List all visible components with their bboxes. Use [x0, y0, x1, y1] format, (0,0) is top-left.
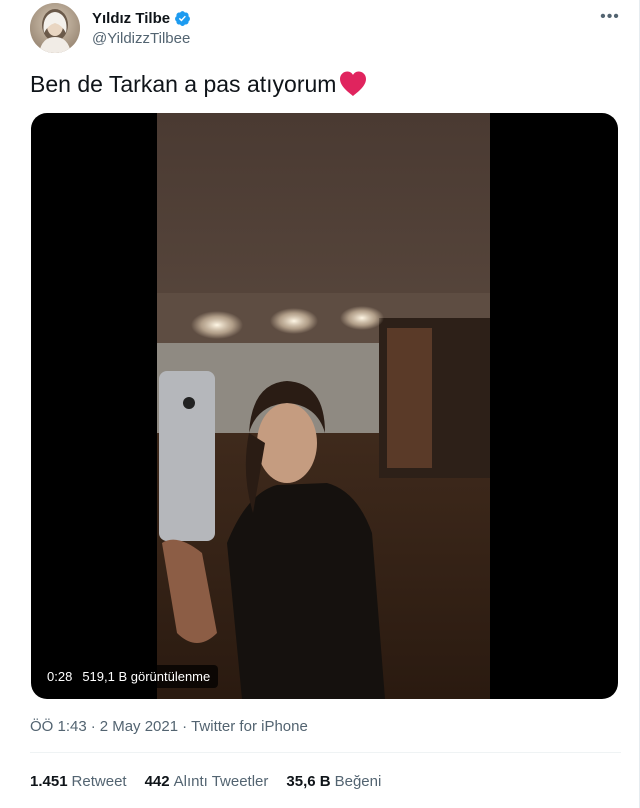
author-handle[interactable]: @YildizzTilbee — [92, 30, 190, 47]
likes-label: Beğeni — [334, 773, 382, 790]
red-heart-emoji — [338, 70, 368, 98]
tweet-timestamp-row: ÖÖ 1:43 · 2 May 2021 · Twitter for iPhon… — [30, 718, 308, 735]
tweet-date[interactable]: 2 May 2021 — [100, 718, 178, 735]
tweet-time[interactable]: ÖÖ 1:43 — [30, 718, 87, 735]
quotes-count: 442 — [144, 773, 170, 790]
retweets-stat[interactable]: 1.451 Retweet — [30, 773, 127, 790]
avatar-image — [30, 3, 80, 53]
display-name[interactable]: Yıldız Tilbe — [92, 10, 170, 27]
video-duration: 0:28 — [47, 669, 73, 684]
tweet-source-link[interactable]: Twitter for iPhone — [191, 718, 308, 735]
author-name-row[interactable]: Yıldız Tilbe — [92, 8, 191, 28]
more-options-icon[interactable]: ••• — [598, 9, 622, 25]
retweets-count: 1.451 — [30, 773, 68, 790]
verified-badge-icon — [174, 10, 191, 27]
tweet-text: Ben de Tarkan a pas atıyorum — [30, 70, 368, 98]
quote-tweets-stat[interactable]: 442 Alıntı Tweetler — [145, 773, 269, 790]
meta-separator: · — [90, 718, 96, 735]
quotes-label: Alıntı Tweetler — [173, 773, 269, 790]
video-frame — [157, 113, 490, 699]
tweet-text-body: Ben de Tarkan a pas atıyorum — [30, 70, 337, 97]
retweets-label: Retweet — [71, 773, 127, 790]
video-info-overlay: 0:28 519,1 B görüntülenme — [39, 665, 219, 688]
avatar[interactable] — [30, 3, 80, 53]
likes-count: 35,6 B — [286, 773, 331, 790]
video-views: 519,1 B görüntülenme — [82, 669, 211, 684]
tweet-video[interactable]: 0:28 519,1 B görüntülenme — [31, 113, 618, 699]
divider — [30, 752, 621, 753]
tweet-card: Yıldız Tilbe @YildizzTilbee ••• Ben de T… — [0, 0, 640, 808]
tweet-stats-row: 1.451 Retweet 442 Alıntı Tweetler 35,6 B… — [30, 773, 381, 790]
meta-separator: · — [182, 718, 188, 735]
likes-stat[interactable]: 35,6 B Beğeni — [286, 773, 381, 790]
